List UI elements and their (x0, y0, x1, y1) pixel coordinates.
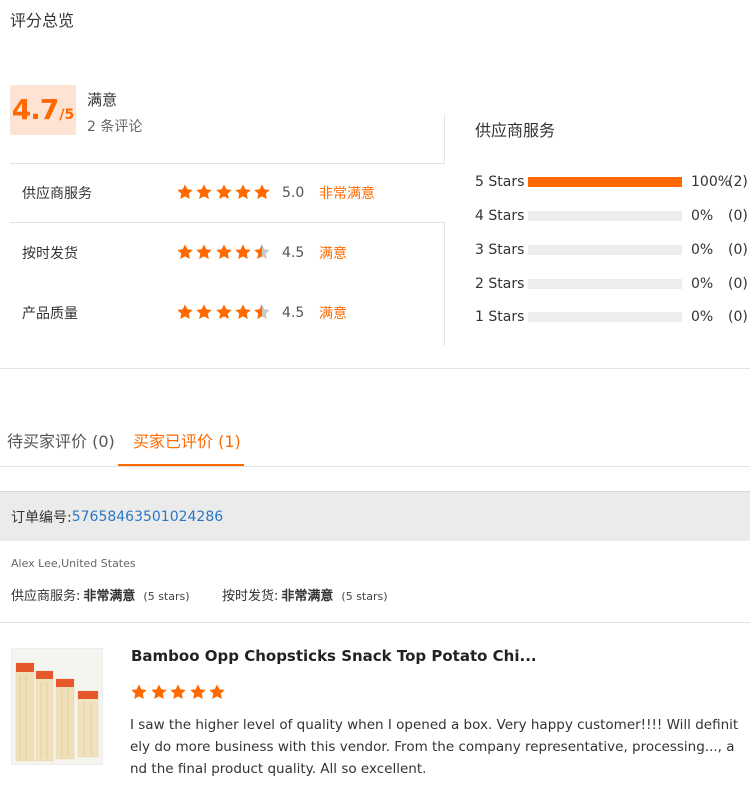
overall-score-word: 满意 (87, 91, 118, 109)
review-text: I saw the higher level of quality when I… (130, 717, 739, 777)
distribution-count: (2) (728, 174, 748, 190)
distribution-row-1: 1 Stars 0% (0) (475, 307, 750, 327)
distribution-percent: 0% (691, 242, 714, 258)
order-header: 订单编号: 57658463501024286 (0, 491, 750, 541)
distribution-count: (0) (728, 242, 748, 258)
distribution-row-3: 3 Stars 0% (0) (475, 240, 750, 260)
rating-text: 满意 (319, 246, 347, 262)
rating-text: 非常满意 (319, 186, 375, 202)
distribution-row-5: 5 Stars 100% (2) (475, 172, 750, 192)
star-icon (215, 304, 232, 319)
distribution-bar (528, 279, 682, 289)
rating-value: 4.5 (282, 305, 305, 321)
star-rating (176, 303, 272, 321)
distribution-count: (0) (728, 276, 748, 292)
distribution-count: (0) (728, 309, 748, 325)
distribution-bar (528, 245, 682, 255)
rating-row-on-time-delivery: 按时发货 4.5 满意 (10, 238, 445, 268)
distribution-title: 供应商服务 (475, 121, 556, 140)
star-icon (254, 184, 270, 199)
rating-row-supplier-service: 供应商服务 5.0 非常满意 (10, 178, 445, 208)
reviewer-name: Alex Lee,United States (11, 557, 136, 570)
star-icon (170, 684, 186, 699)
star-icon (196, 184, 213, 199)
rating-value: 4.5 (282, 245, 305, 261)
section-divider (0, 368, 750, 369)
order-number-label: 订单编号: (11, 509, 72, 526)
distribution-bar (528, 211, 682, 221)
review-meta-supplier-service: 供应商服务: 非常满意 (5 stars) (11, 585, 190, 604)
review-count: 2 条评论 (87, 119, 143, 135)
distribution-bar (528, 312, 682, 322)
star-icon (177, 184, 193, 199)
chopsticks-product-image (12, 649, 102, 764)
tab-reviewed[interactable]: 买家已评价 (1) (133, 428, 241, 452)
distribution-percent: 0% (691, 276, 714, 292)
rating-label: 供应商服务 (22, 186, 92, 202)
star-icon (196, 244, 213, 259)
overall-score: 4.7 (11, 93, 60, 126)
star-icon (196, 304, 213, 319)
overall-score-badge: 4.7 /5 (10, 85, 76, 135)
meta-label: 供应商服务: (11, 589, 81, 604)
star-rating (176, 243, 272, 261)
distribution-count: (0) (728, 208, 748, 224)
review-meta-on-time-delivery: 按时发货: 非常满意 (5 stars) (222, 585, 388, 604)
rating-breakdown: 供应商服务 5.0 非常满意 按时发货 4.5 满意 产品质量 4.5 满意 (10, 115, 445, 346)
star-icon (189, 684, 206, 699)
distribution-percent: 0% (691, 309, 714, 325)
review-divider (0, 622, 750, 623)
meta-stars: (5 stars) (143, 590, 190, 603)
rating-value: 5.0 (282, 185, 305, 201)
star-icon (215, 184, 232, 199)
star-rating (176, 183, 272, 201)
meta-stars: (5 stars) (341, 590, 388, 603)
rating-text: 满意 (319, 306, 347, 322)
overall-score-denominator: /5 (59, 107, 75, 123)
star-icon (235, 304, 251, 319)
distribution-label: 1 Stars (475, 309, 525, 325)
star-icon (235, 184, 251, 199)
distribution-row-2: 2 Stars 0% (0) (475, 274, 750, 294)
star-icon (177, 244, 193, 259)
star-icon (215, 244, 232, 259)
distribution-label: 3 Stars (475, 242, 525, 258)
product-thumbnail[interactable] (11, 648, 103, 765)
star-icon (235, 244, 251, 259)
distribution-label: 5 Stars (475, 174, 525, 190)
product-title-link[interactable]: Bamboo Opp Chopsticks Snack Top Potato C… (131, 647, 537, 665)
distribution-bar-fill (528, 177, 682, 187)
tab-pending-review[interactable]: 待买家评价 (0) (7, 428, 115, 452)
star-icon (131, 684, 147, 699)
page-title: 评分总览 (10, 11, 75, 30)
star-icon (254, 244, 270, 259)
rating-label: 产品质量 (22, 306, 78, 322)
rating-label: 按时发货 (22, 246, 78, 262)
distribution-label: 4 Stars (475, 208, 525, 224)
meta-label: 按时发货: (222, 589, 279, 604)
tab-bar-divider (0, 466, 750, 467)
meta-value: 非常满意 (281, 589, 334, 604)
review-star-rating (130, 683, 228, 701)
distribution-bar (528, 177, 682, 187)
distribution-row-4: 4 Stars 0% (0) (475, 206, 750, 226)
distribution-percent: 0% (691, 208, 714, 224)
star-icon (150, 684, 167, 699)
star-icon (177, 304, 193, 319)
distribution-percent: 100% (691, 174, 732, 190)
rating-row-product-quality: 产品质量 4.5 满意 (10, 298, 445, 328)
distribution-label: 2 Stars (475, 276, 525, 292)
meta-value: 非常满意 (83, 589, 136, 604)
order-number-link[interactable]: 57658463501024286 (72, 509, 223, 525)
star-icon (254, 304, 270, 319)
star-icon (209, 684, 225, 699)
